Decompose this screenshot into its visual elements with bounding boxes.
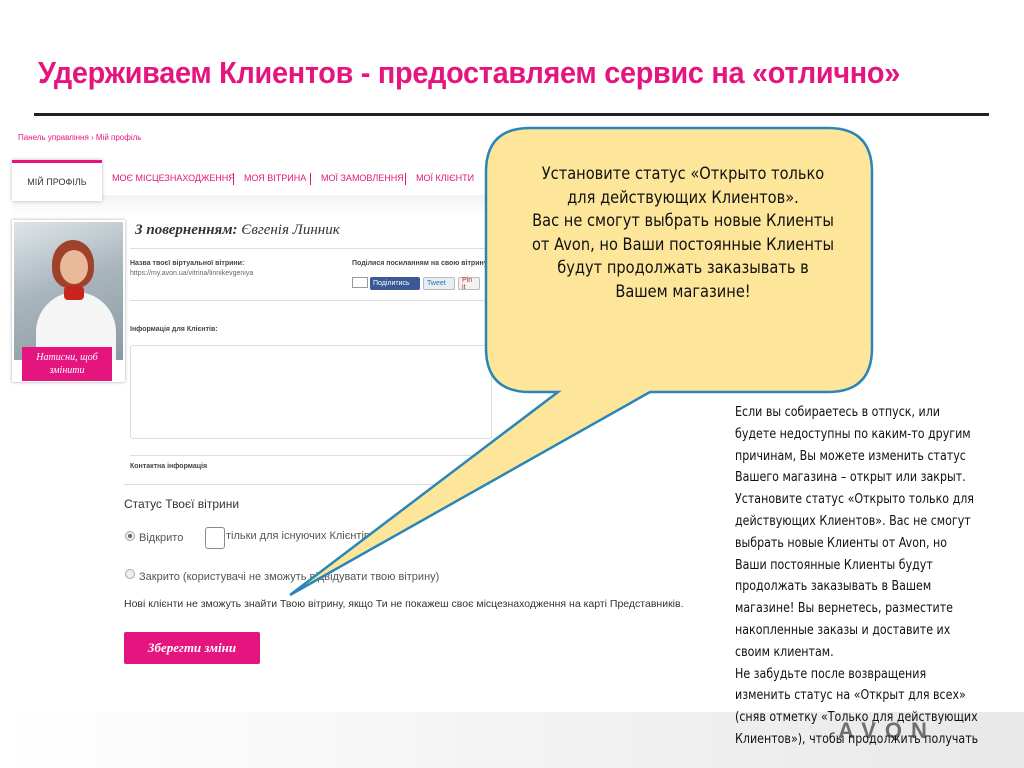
client-info-textarea[interactable] (130, 345, 492, 439)
status-closed-label[interactable]: Закрито (користувачі не зможуть відвідув… (139, 571, 439, 583)
status-closed-radio[interactable] (125, 569, 135, 579)
welcome-heading: З поверненням: Євгенія Линник (135, 222, 340, 239)
facebook-share-button[interactable]: Поділитись (370, 277, 420, 290)
save-changes-button[interactable]: Зберегти зміни (124, 632, 260, 664)
divider (130, 248, 490, 249)
status-open-radio[interactable] (125, 531, 135, 541)
tab-my-showcase[interactable]: МОЯ ВІТРИНА (244, 173, 306, 183)
callout-line: Установите статус «Открыто только (541, 164, 825, 184)
share-label: Поділися посиланням на свою вітрину п (352, 260, 494, 267)
divider (130, 300, 490, 301)
divider (124, 484, 490, 485)
callout-line: будут продолжать заказывать в (557, 258, 809, 278)
tab-my-clients[interactable]: МОЇ КЛІЄНТИ (416, 173, 474, 183)
store-url[interactable]: https://my.avon.ua/vitrina/linnikevgeniy… (130, 270, 253, 277)
status-description: Если вы собираетесь в отпуск, или будете… (735, 405, 979, 747)
store-status-title: Статус Твоєї вітрини (124, 497, 240, 511)
callout-line: для действующих Клиентов». (567, 187, 799, 208)
tab-my-orders[interactable]: МОЇ ЗАМОВЛЕННЯ (321, 173, 404, 183)
change-photo-button[interactable]: Натисни, щоб змінити (22, 347, 112, 381)
tab-my-profile[interactable]: МІЙ ПРОФІЛЬ (12, 160, 102, 201)
tab-my-location[interactable]: МОЄ МІСЦЕЗНАХОДЖЕННЯ (112, 173, 235, 183)
mail-icon[interactable] (352, 277, 368, 288)
client-info-label: Інформація для Клієнтів: (130, 326, 218, 333)
location-notice: Нові клієнти не зможуть знайти Твою вітр… (124, 598, 684, 610)
title-divider (34, 113, 989, 116)
tab-separator (310, 173, 311, 185)
callout-line: Вас не смогут выбрать новые Клиенты (532, 211, 834, 231)
callout-text: Установите статус «Открыто только для де… (524, 163, 842, 304)
twitter-share-label: Tweet (427, 280, 446, 287)
store-name-label: Назва твоєї віртуальної вітрини: (130, 260, 245, 267)
facebook-share-label: Поділитись (373, 280, 410, 287)
existing-clients-checkbox[interactable] (205, 527, 225, 549)
status-open-label[interactable]: Відкрито (139, 532, 183, 544)
tab-separator (233, 173, 234, 185)
tab-separator (405, 173, 406, 185)
callout-line: от Avon, но Ваши постоянные Клиенты (531, 234, 835, 255)
welcome-prefix: З поверненням: (135, 222, 238, 238)
user-name: Євгенія Линник (241, 222, 340, 238)
pinterest-share-label: Pin it (462, 276, 473, 291)
pinterest-share-button[interactable]: Pin it (458, 276, 480, 291)
contact-info-label: Контактна інформація (130, 463, 208, 470)
twitter-share-button[interactable]: Tweet (423, 277, 455, 290)
existing-clients-label[interactable]: тільки для існуючих Клієнтів (226, 530, 370, 542)
slide-title: Удерживаем Клиентов - предоставляем серв… (38, 55, 901, 90)
profile-photo[interactable] (14, 222, 123, 360)
breadcrumb[interactable]: Панель управління › Мій профіль (18, 133, 141, 142)
callout-line: Вашем магазине! (615, 281, 751, 302)
divider (130, 455, 490, 456)
